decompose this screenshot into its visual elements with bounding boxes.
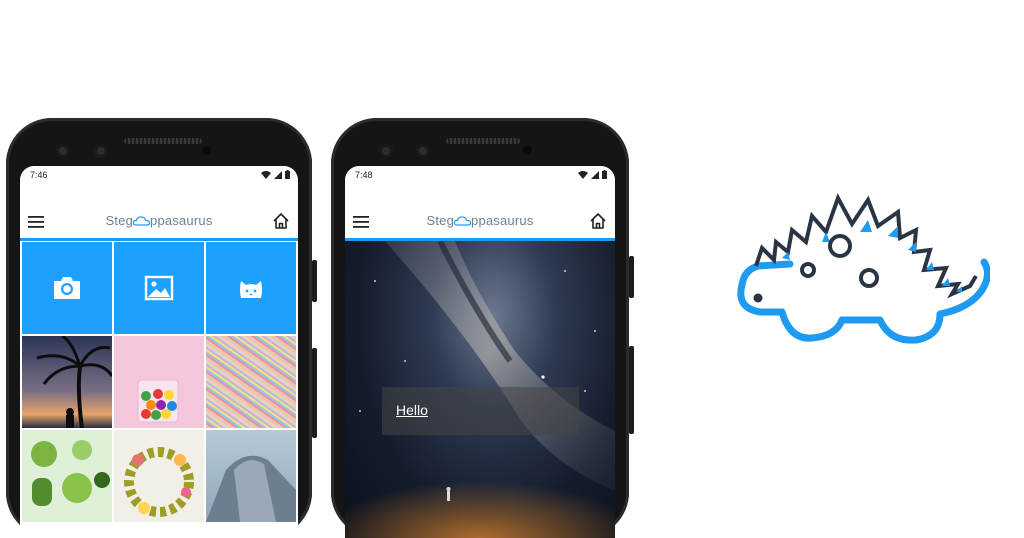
status-time: 7:48 xyxy=(355,170,373,180)
volume-button xyxy=(629,346,634,434)
volume-button xyxy=(312,348,317,438)
thumbnail-mountain-rock[interactable] xyxy=(206,430,296,522)
logo-text-suffix: ppasaurus xyxy=(471,213,534,228)
thumbnail-palm-tree[interactable] xyxy=(22,336,112,428)
wifi-icon xyxy=(578,170,588,179)
phone-mockup-left: 7:46 Steg ppasaurus xyxy=(6,118,317,538)
logo-text-prefix: Steg xyxy=(426,213,455,228)
earpiece-speaker xyxy=(446,138,520,144)
thumbnail-candy-jar[interactable] xyxy=(114,336,204,428)
front-sensor xyxy=(94,144,108,158)
app-bar: Steg ppasaurus xyxy=(20,208,298,238)
phone-screen: 7:48 Steg ppasaurus Hello xyxy=(345,166,615,538)
thumbnail-vegetables[interactable] xyxy=(22,430,112,522)
cell-signal-icon xyxy=(274,170,282,179)
candy-jar-photo xyxy=(137,379,179,423)
camera-tile[interactable] xyxy=(22,242,112,334)
phone-mockup-right: 7:48 Steg ppasaurus Hello xyxy=(331,118,634,538)
mountain-rock-photo xyxy=(206,455,296,522)
proximity-sensor xyxy=(523,146,532,155)
app-logo: Steg ppasaurus xyxy=(345,213,615,228)
milky-way-photo: Hello xyxy=(345,241,615,538)
app-bar-divider xyxy=(20,238,298,241)
image-icon xyxy=(144,275,174,301)
status-bar: 7:46 xyxy=(20,166,298,186)
cloud-icon xyxy=(133,216,151,226)
gallery-tile[interactable] xyxy=(114,242,204,334)
cell-signal-icon xyxy=(591,170,599,179)
phone-screen: 7:46 Steg ppasaurus xyxy=(20,166,298,538)
proximity-sensor xyxy=(202,146,211,155)
status-bar: 7:48 xyxy=(345,166,615,186)
cat-tile[interactable] xyxy=(206,242,296,334)
battery-icon xyxy=(602,170,607,179)
image-grid xyxy=(22,242,298,522)
battery-icon xyxy=(285,170,290,179)
floral-wreath-photo xyxy=(124,447,194,517)
logo-text-prefix: Steg xyxy=(105,213,134,228)
hello-overlay: Hello xyxy=(382,387,579,435)
front-camera xyxy=(379,144,393,158)
stegosaurus-logo xyxy=(737,193,990,344)
thumbnail-sprinkles[interactable] xyxy=(206,336,296,428)
power-button xyxy=(629,256,634,298)
home-icon[interactable] xyxy=(589,212,607,230)
wifi-icon xyxy=(261,170,271,179)
app-logo: Steg ppasaurus xyxy=(20,213,298,228)
cloud-icon xyxy=(454,216,472,226)
cat-icon xyxy=(240,281,262,298)
hello-link[interactable]: Hello xyxy=(396,402,428,418)
logo-text-suffix: ppasaurus xyxy=(150,213,213,228)
earpiece-speaker xyxy=(124,138,202,144)
front-sensor xyxy=(416,144,430,158)
vegetables-photo xyxy=(31,440,110,506)
home-icon[interactable] xyxy=(272,212,290,230)
status-time: 7:46 xyxy=(30,170,48,180)
camera-icon xyxy=(54,277,80,299)
app-bar: Steg ppasaurus xyxy=(345,208,615,238)
thumbnail-floral-wreath[interactable] xyxy=(114,430,204,522)
front-camera xyxy=(56,144,70,158)
palm-tree-photo xyxy=(22,336,112,428)
power-button xyxy=(312,260,317,302)
